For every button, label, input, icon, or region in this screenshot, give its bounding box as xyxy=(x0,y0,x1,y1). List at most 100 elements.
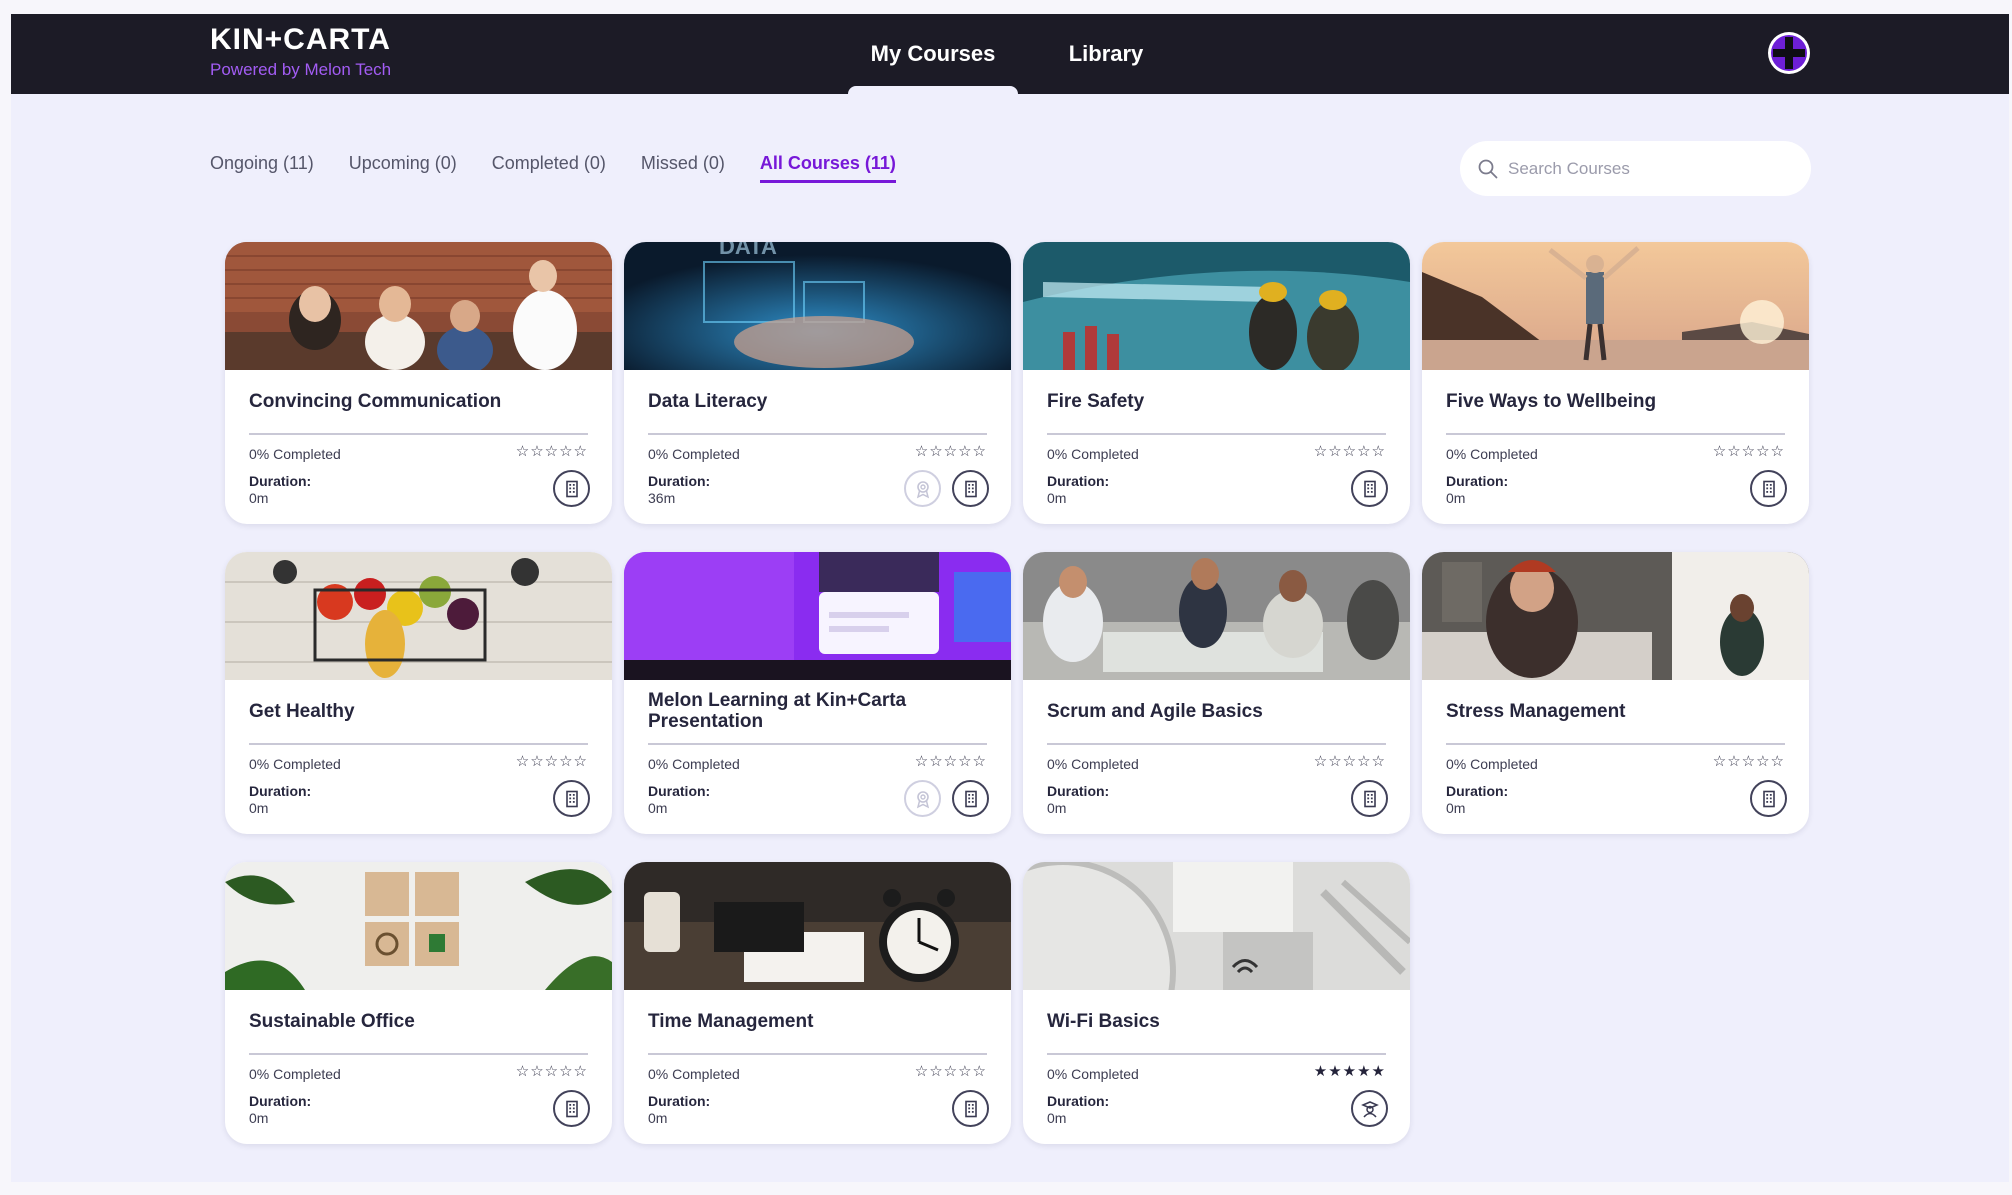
course-thumbnail xyxy=(1422,242,1809,370)
duration-value: 0m xyxy=(648,800,668,816)
course-progress: 0% Completed xyxy=(1446,446,1538,462)
course-progress: 0% Completed xyxy=(1446,756,1538,772)
course-title: Sustainable Office xyxy=(249,1010,415,1032)
course-card[interactable]: Scrum and Agile Basics 0% Completed ☆☆☆☆☆ D… xyxy=(1023,552,1410,834)
building-icon[interactable] xyxy=(1351,780,1388,817)
course-progress: 0% Completed xyxy=(1047,446,1139,462)
rating-stars: ☆☆☆☆☆ xyxy=(1712,753,1785,770)
duration-value: 0m xyxy=(249,1110,269,1126)
building-icon[interactable] xyxy=(952,780,989,817)
duration-value: 0m xyxy=(1047,800,1067,816)
building-icon[interactable] xyxy=(553,470,590,507)
rating-stars: ☆☆☆☆☆ xyxy=(1313,753,1386,770)
user-avatar[interactable] xyxy=(1768,32,1810,74)
duration-value: 0m xyxy=(1446,800,1466,816)
tab-ongoing[interactable]: Ongoing (11) xyxy=(210,153,314,183)
course-filter-tabs: Ongoing (11) Upcoming (0) Completed (0) … xyxy=(210,153,896,183)
duration-label: Duration: xyxy=(1047,473,1110,489)
course-thumbnail xyxy=(624,862,1011,990)
course-progress: 0% Completed xyxy=(249,756,341,772)
course-card[interactable]: Five Ways to Wellbeing 0% Completed ☆☆☆☆☆ D… xyxy=(1422,242,1809,524)
course-progress: 0% Completed xyxy=(1047,1066,1139,1082)
course-title: Wi-Fi Basics xyxy=(1047,1010,1160,1032)
building-icon[interactable] xyxy=(553,780,590,817)
rating-stars: ☆☆☆☆☆ xyxy=(1712,443,1785,460)
brand: KIN+CARTA Powered by Melon Tech xyxy=(210,24,391,82)
duration-label: Duration: xyxy=(1047,783,1110,799)
course-thumbnail xyxy=(624,552,1011,680)
search-input[interactable] xyxy=(1508,158,1778,179)
brand-logo: KIN+CARTA xyxy=(210,23,391,56)
course-card[interactable]: Stress Management 0% Completed ☆☆☆☆☆ Durati… xyxy=(1422,552,1809,834)
course-card[interactable]: DATA Data Literacy 0% Completed ☆☆☆☆☆ Durati… xyxy=(624,242,1011,524)
course-card[interactable]: Get Healthy 0% Completed ☆☆☆☆☆ Duration: 0m xyxy=(225,552,612,834)
card-divider xyxy=(1047,433,1386,435)
top-bar: KIN+CARTA Powered by Melon Tech My Cours… xyxy=(11,14,2009,94)
course-card[interactable]: Wi-Fi Basics 0% Completed ★★★★★ Duration: 0m xyxy=(1023,862,1410,1144)
duration-label: Duration: xyxy=(648,473,711,489)
nav-library[interactable]: Library xyxy=(1044,14,1168,94)
tab-upcoming[interactable]: Upcoming (0) xyxy=(349,153,457,183)
duration-value: 0m xyxy=(1446,490,1466,506)
tab-missed[interactable]: Missed (0) xyxy=(641,153,725,183)
building-icon[interactable] xyxy=(1750,470,1787,507)
avatar-cross-icon xyxy=(1771,35,1807,71)
rating-stars: ☆☆☆☆☆ xyxy=(914,753,987,770)
rating-stars: ☆☆☆☆☆ xyxy=(914,443,987,460)
nav-my-courses[interactable]: My Courses xyxy=(848,14,1018,94)
course-progress: 0% Completed xyxy=(648,756,740,772)
building-icon[interactable] xyxy=(1750,780,1787,817)
duration-label: Duration: xyxy=(249,783,312,799)
duration-label: Duration: xyxy=(249,1093,312,1109)
search-icon xyxy=(1478,159,1498,178)
course-card[interactable]: Convincing Communication 0% Completed ☆☆☆☆… xyxy=(225,242,612,524)
course-title: Data Literacy xyxy=(648,390,768,412)
course-card[interactable]: Fire Safety 0% Completed ☆☆☆☆☆ Duration: 0m xyxy=(1023,242,1410,524)
certificate-icon[interactable] xyxy=(904,470,941,507)
duration-value: 0m xyxy=(1047,1110,1067,1126)
duration-label: Duration: xyxy=(648,783,711,799)
building-icon[interactable] xyxy=(952,470,989,507)
course-progress: 0% Completed xyxy=(1047,756,1139,772)
card-divider xyxy=(249,743,588,745)
svg-text:DATA: DATA xyxy=(719,242,777,259)
course-card[interactable]: Melon Learning at Kin+Carta Presentation… xyxy=(624,552,1011,834)
tab-completed[interactable]: Completed (0) xyxy=(492,153,606,183)
card-divider xyxy=(249,1053,588,1055)
building-icon[interactable] xyxy=(1351,470,1388,507)
course-thumbnail xyxy=(1023,242,1410,370)
course-progress: 0% Completed xyxy=(648,1066,740,1082)
card-divider xyxy=(648,433,987,435)
tab-all-courses[interactable]: All Courses (11) xyxy=(759,153,896,183)
graduate-icon[interactable] xyxy=(1351,1090,1388,1127)
building-icon[interactable] xyxy=(553,1090,590,1127)
course-title: Fire Safety xyxy=(1047,390,1145,412)
course-card[interactable]: Sustainable Office 0% Completed ☆☆☆☆☆ Durat… xyxy=(225,862,612,1144)
active-nav-indicator xyxy=(848,86,1018,94)
duration-label: Duration: xyxy=(1446,473,1509,489)
search-box xyxy=(1460,141,1811,196)
course-thumbnail xyxy=(225,552,612,680)
rating-stars: ☆☆☆☆☆ xyxy=(515,1063,588,1080)
course-card[interactable]: Time Management 0% Completed ☆☆☆☆☆ Duration… xyxy=(624,862,1011,1144)
certificate-icon[interactable] xyxy=(904,780,941,817)
course-title: Get Healthy xyxy=(249,700,355,722)
card-divider xyxy=(249,433,588,435)
course-thumbnail xyxy=(225,862,612,990)
card-divider xyxy=(1047,743,1386,745)
duration-label: Duration: xyxy=(1047,1093,1110,1109)
brand-tagline: Powered by Melon Tech xyxy=(210,60,392,79)
duration-value: 0m xyxy=(249,800,269,816)
duration-value: 0m xyxy=(1047,490,1067,506)
card-divider xyxy=(648,1053,987,1055)
duration-label: Duration: xyxy=(249,473,312,489)
course-progress: 0% Completed xyxy=(648,446,740,462)
building-icon[interactable] xyxy=(952,1090,989,1127)
course-title: Five Ways to Wellbeing xyxy=(1446,390,1657,412)
course-title: Stress Management xyxy=(1446,700,1626,722)
card-divider xyxy=(648,743,987,745)
app-frame: KIN+CARTA Powered by Melon Tech My Cours… xyxy=(11,14,2009,1182)
card-divider xyxy=(1047,1053,1386,1055)
course-grid: Convincing Communication 0% Completed ☆☆☆☆… xyxy=(225,242,1809,1144)
duration-value: 0m xyxy=(249,490,269,506)
